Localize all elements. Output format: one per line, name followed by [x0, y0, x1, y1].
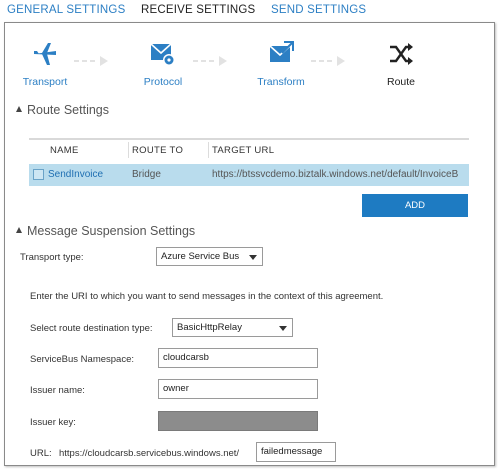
settings-panel: Transport Protocol Transform Route Route… — [4, 22, 495, 466]
namespace-value: cloudcarsb — [163, 352, 209, 363]
url-suffix-value: failedmessage — [261, 446, 323, 457]
route-destination-label: Select route destination type: — [30, 323, 153, 334]
row-target-url: https://btssvcdemo.biztalk.windows.net/d… — [212, 169, 459, 180]
shuffle-icon — [388, 41, 414, 67]
tab-receive-settings[interactable]: RECEIVE SETTINGS — [141, 4, 255, 16]
namespace-input[interactable]: cloudcarsb — [158, 348, 318, 368]
column-header-name[interactable]: NAME — [50, 145, 79, 156]
transport-type-select[interactable]: Azure Service Bus — [156, 247, 263, 266]
issuer-name-label: Issuer name: — [30, 385, 85, 396]
add-button[interactable]: ADD — [362, 194, 468, 217]
namespace-label: ServiceBus Namespace: — [30, 354, 135, 365]
arrow-right-icon — [74, 53, 114, 66]
settings-tabs: GENERAL SETTINGS RECEIVE SETTINGS SEND S… — [0, 0, 498, 22]
arrow-right-icon — [311, 53, 351, 66]
issuer-key-input[interactable] — [158, 411, 318, 431]
transport-type-value: Azure Service Bus — [161, 251, 240, 262]
chevron-down-icon — [279, 326, 287, 331]
issuer-name-value: owner — [163, 383, 189, 394]
uri-instructions: Enter the URI to which you want to send … — [30, 291, 384, 302]
route-settings-title: Route Settings — [27, 103, 109, 117]
step-protocol-label: Protocol — [143, 76, 183, 88]
step-protocol[interactable]: Protocol — [128, 41, 198, 88]
chevron-down-icon — [249, 255, 257, 260]
step-transport[interactable]: Transport — [10, 41, 80, 88]
issuer-key-label: Issuer key: — [30, 417, 76, 428]
route-settings-header[interactable]: Route Settings — [16, 103, 109, 117]
message-suspension-title: Message Suspension Settings — [27, 224, 196, 238]
row-route-to: Bridge — [132, 169, 161, 180]
step-transform-label: Transform — [257, 76, 305, 88]
table-row[interactable]: SendInvoice Bridge https://btssvcdemo.bi… — [29, 164, 469, 186]
column-header-target-url[interactable]: TARGET URL — [212, 145, 274, 156]
column-divider — [208, 142, 209, 158]
row-name-link[interactable]: SendInvoice — [48, 169, 103, 180]
row-checkbox[interactable] — [33, 169, 44, 180]
grid-header: NAME ROUTE TO TARGET URL — [29, 138, 469, 158]
tab-general-settings[interactable]: GENERAL SETTINGS — [7, 4, 125, 16]
transport-type-label: Transport type: — [20, 252, 84, 263]
step-route-label: Route — [386, 76, 416, 88]
column-divider — [128, 142, 129, 158]
route-destination-select[interactable]: BasicHttpRelay — [172, 318, 293, 337]
step-transform[interactable]: Transform — [246, 41, 316, 88]
tab-send-settings[interactable]: SEND SETTINGS — [271, 4, 366, 16]
airplane-icon — [32, 41, 58, 67]
collapse-triangle-icon — [16, 106, 22, 112]
step-route[interactable]: Route — [366, 41, 436, 88]
mail-transform-icon — [268, 41, 294, 67]
url-prefix: https://cloudcarsb.servicebus.windows.ne… — [59, 448, 240, 459]
route-destination-value: BasicHttpRelay — [177, 322, 242, 333]
collapse-triangle-icon — [16, 227, 22, 233]
step-transport-label: Transport — [22, 76, 68, 88]
issuer-name-input[interactable]: owner — [158, 379, 318, 399]
message-suspension-header[interactable]: Message Suspension Settings — [16, 224, 195, 238]
column-header-route-to[interactable]: ROUTE TO — [132, 145, 183, 156]
arrow-right-icon — [193, 53, 233, 66]
url-suffix-input[interactable]: failedmessage — [256, 442, 336, 462]
route-grid: NAME ROUTE TO TARGET URL SendInvoice Bri… — [29, 138, 469, 186]
mail-gear-icon — [150, 41, 176, 67]
url-label: URL: — [30, 448, 52, 459]
